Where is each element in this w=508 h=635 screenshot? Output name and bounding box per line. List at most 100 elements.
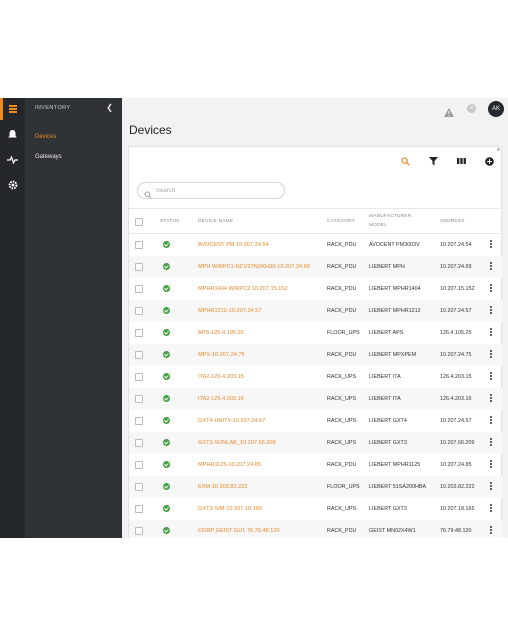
- device-name-link[interactable]: AVOCENT PM 10.207.24.54: [198, 242, 269, 248]
- more-options-icon[interactable]: [489, 459, 493, 470]
- search-input[interactable]: [156, 185, 276, 196]
- row-checkbox[interactable]: [135, 461, 143, 469]
- add-icon[interactable]: [483, 155, 495, 167]
- row-checkbox[interactable]: [135, 417, 143, 425]
- columns-icon[interactable]: [455, 155, 467, 167]
- row-checkbox[interactable]: [135, 395, 143, 403]
- table-row[interactable]: APS-126.4.105.25 FLOOR_UPS LIEBERT APS 126.…: [129, 322, 503, 344]
- device-model: LIEBERT ITA: [369, 374, 401, 380]
- column-address[interactable]: ADDRESS: [440, 219, 465, 224]
- status-ok-icon: [163, 483, 170, 490]
- table-row[interactable]: GXT3-SIM-10.207.18.165 RACK_UPS LIEBERT GX…: [129, 498, 503, 520]
- more-options-icon[interactable]: [489, 437, 493, 448]
- close-icon[interactable]: ×: [467, 104, 476, 113]
- device-category: RACK_UPS: [327, 440, 357, 446]
- device-address: 10.207.24.69: [440, 264, 472, 270]
- device-address: 126.4.105.25: [440, 330, 472, 336]
- more-options-icon[interactable]: [489, 393, 493, 404]
- chevron-left-icon[interactable]: ❮: [106, 103, 113, 112]
- row-checkbox[interactable]: [135, 373, 143, 381]
- row-checkbox[interactable]: [135, 483, 143, 491]
- icon-rail: [0, 98, 25, 538]
- table-row[interactable]: GXT3-SUNLAB_10.207.66.209 RACK_UPS LIEBERT…: [129, 432, 503, 454]
- table-row[interactable]: EXM 10.203.82.222 FLOOR_UPS LIEBERT 51SA20…: [129, 476, 503, 498]
- more-options-icon[interactable]: [489, 305, 493, 316]
- device-name-link[interactable]: MPX-10.207.24.75: [198, 352, 245, 358]
- row-checkbox[interactable]: [135, 351, 143, 359]
- row-checkbox[interactable]: [135, 527, 143, 535]
- table-row[interactable]: ITA2-126.4.203.15 RACK_UPS LIEBERT ITA 126.…: [129, 366, 503, 388]
- select-all-checkbox[interactable]: [135, 218, 143, 226]
- more-options-icon[interactable]: [489, 525, 493, 536]
- device-name-link[interactable]: APS-126.4.105.25: [198, 330, 244, 336]
- row-checkbox[interactable]: [135, 241, 143, 249]
- device-name-link[interactable]: GXT4-UNITY-10.207.24.67: [198, 418, 265, 424]
- search-icon[interactable]: [399, 155, 411, 167]
- device-address: 10.203.82.222: [440, 484, 475, 490]
- status-ok-icon: [163, 417, 170, 424]
- table-row[interactable]: CGRP GEIST GU1 76.79.48.120 RACK_PDU GEIST…: [129, 520, 503, 538]
- device-name-link[interactable]: MPHR1125-10.207.24.85: [198, 462, 261, 468]
- row-checkbox[interactable]: [135, 329, 143, 337]
- table-row[interactable]: MPHR1212-10.207.24.57 RACK_PDU LIEBERT MPH…: [129, 300, 503, 322]
- status-ok-icon: [163, 439, 170, 446]
- column-category[interactable]: CATEGORY: [327, 219, 355, 224]
- column-model-line1[interactable]: MANUFACTURER: [369, 214, 411, 219]
- device-name-link[interactable]: ITA2-126.4.203.16: [198, 396, 244, 402]
- column-status[interactable]: STATUS: [160, 219, 179, 224]
- table-row[interactable]: MPHR1125-10.207.24.85 RACK_PDU LIEBERT MPH…: [129, 454, 503, 476]
- device-name-link[interactable]: MPHR1404 W/RPC2 10.207.15.152: [198, 286, 288, 292]
- more-options-icon[interactable]: [489, 349, 493, 360]
- device-name-link[interactable]: MPHR1212-10.207.24.57: [198, 308, 261, 314]
- device-name-link[interactable]: GXT3-SUNLAB_10.207.66.209: [198, 440, 276, 446]
- more-options-icon[interactable]: [489, 481, 493, 492]
- status-dot: [497, 148, 500, 151]
- table-row[interactable]: MPH W/RPC1-NCV27NXKH30-10.207.24.69 RACK_…: [129, 256, 503, 278]
- search-box: [137, 182, 285, 199]
- sidebar-item-devices[interactable]: Devices: [35, 134, 56, 140]
- status-ok-icon: [163, 241, 170, 248]
- top-bar: × AK: [122, 98, 508, 120]
- row-checkbox[interactable]: [135, 285, 143, 293]
- device-address: 10.207.24.57: [440, 308, 472, 314]
- activity-icon[interactable]: [0, 151, 25, 169]
- alarms-icon[interactable]: [0, 125, 25, 143]
- sidebar-item-gateways[interactable]: Gateways: [35, 154, 62, 160]
- device-name-link[interactable]: EXM 10.203.82.222: [198, 484, 247, 490]
- filter-icon[interactable]: [427, 155, 439, 167]
- avatar[interactable]: AK: [488, 101, 504, 117]
- device-name-link[interactable]: ITA2-126.4.203.15: [198, 374, 244, 380]
- more-options-icon[interactable]: [489, 261, 493, 272]
- more-options-icon[interactable]: [489, 239, 493, 250]
- more-options-icon[interactable]: [489, 503, 493, 514]
- row-checkbox[interactable]: [135, 505, 143, 513]
- table-row[interactable]: AVOCENT PM 10.207.24.54 RACK_PDU AVOCENT P…: [129, 234, 503, 256]
- settings-icon[interactable]: [0, 176, 25, 194]
- device-model: LIEBERT MPH: [369, 264, 405, 270]
- more-options-icon[interactable]: [489, 327, 493, 338]
- device-name-link[interactable]: GXT3-SIM-10.207.18.165: [198, 506, 262, 512]
- device-category: RACK_PDU: [327, 308, 357, 314]
- column-device-name[interactable]: DEVICE NAME: [198, 219, 233, 224]
- device-name-link[interactable]: MPH W/RPC1-NCV27NXKH30-10.207.24.69: [198, 264, 310, 270]
- table-row[interactable]: MPX-10.207.24.75 RACK_PDU LIEBERT MPXPEM 10…: [129, 344, 503, 366]
- warning-icon[interactable]: [444, 104, 454, 122]
- table-row[interactable]: ITA2-126.4.203.16 RACK_UPS LIEBERT ITA 126.…: [129, 388, 503, 410]
- device-name-link[interactable]: CGRP GEIST GU1 76.79.48.120: [198, 528, 280, 534]
- more-options-icon[interactable]: [489, 283, 493, 294]
- device-address: 10.207.18.165: [440, 506, 475, 512]
- device-address: 10.207.24.75: [440, 352, 472, 358]
- column-model-line2[interactable]: MODEL: [369, 223, 387, 228]
- sidebar-title: INVENTORY: [35, 105, 71, 111]
- page-title: Devices: [129, 123, 172, 137]
- table-row[interactable]: MPHR1404 W/RPC2 10.207.15.152 RACK_PDU LIE…: [129, 278, 503, 300]
- row-checkbox[interactable]: [135, 307, 143, 315]
- search-icon: [144, 186, 152, 204]
- row-checkbox[interactable]: [135, 263, 143, 271]
- row-checkbox[interactable]: [135, 439, 143, 447]
- device-category: FLOOR_UPS: [327, 330, 360, 336]
- inventory-icon[interactable]: [0, 100, 25, 118]
- more-options-icon[interactable]: [489, 371, 493, 382]
- table-row[interactable]: GXT4-UNITY-10.207.24.67 RACK_UPS LIEBERT G…: [129, 410, 503, 432]
- more-options-icon[interactable]: [489, 415, 493, 426]
